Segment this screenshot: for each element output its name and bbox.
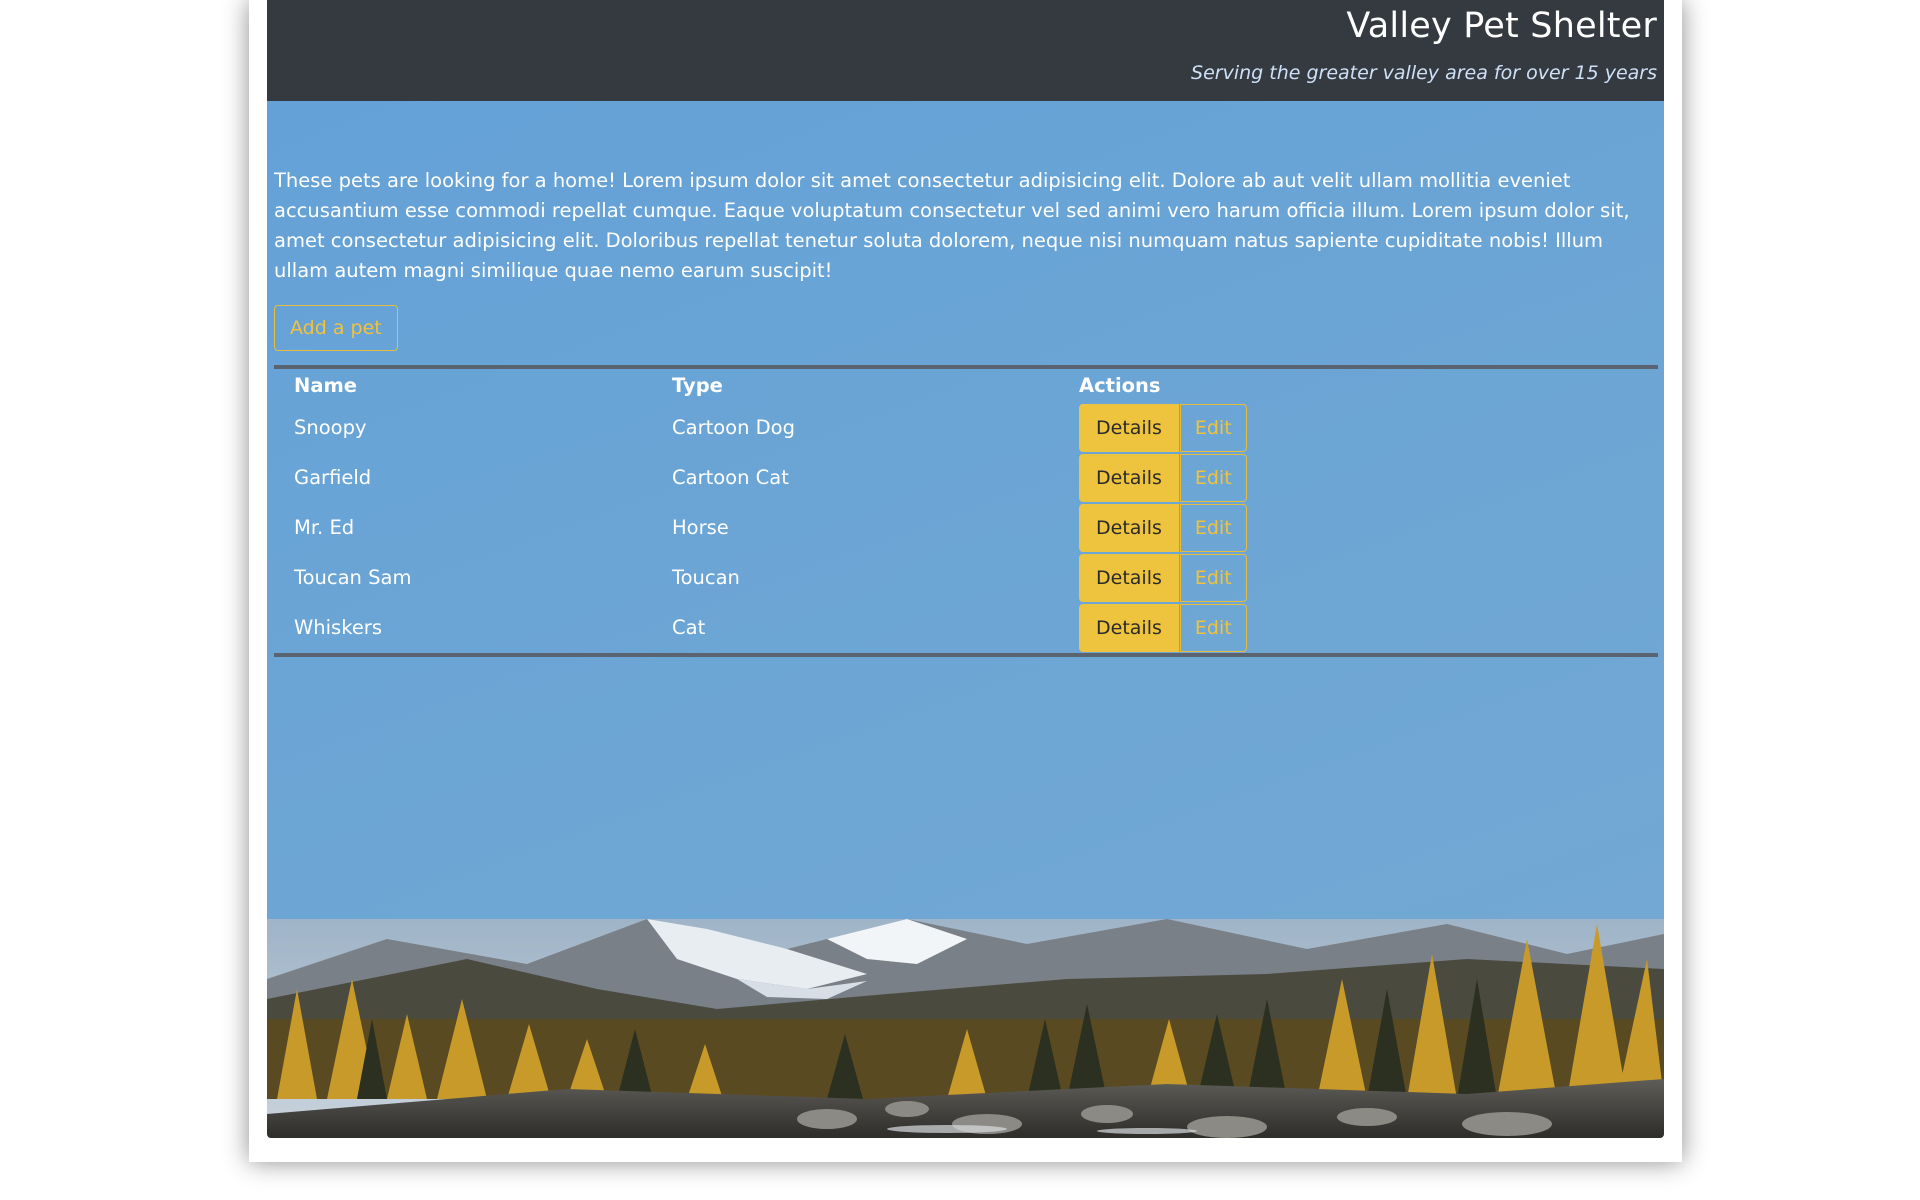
footer-landscape-image [267,919,1664,1138]
table-header: Name Type Actions [274,369,1658,403]
pet-type: Cartoon Cat [672,466,789,489]
table-row: Whiskers Cat Details Edit [274,603,1658,653]
row-actions: Details Edit [1079,504,1247,552]
site-title: Valley Pet Shelter [1346,6,1657,46]
column-header-type: Type [672,374,723,397]
table-row: Garfield Cartoon Cat Details Edit [274,453,1658,503]
edit-button[interactable]: Edit [1179,604,1247,652]
pet-type: Toucan [672,566,740,589]
edit-button[interactable]: Edit [1179,554,1247,602]
edit-button[interactable]: Edit [1179,454,1247,502]
details-button[interactable]: Details [1079,404,1179,452]
pet-name: Toucan Sam [294,566,412,589]
pets-table: Name Type Actions Snoopy Cartoon Dog Det… [274,365,1658,657]
row-actions: Details Edit [1079,404,1247,452]
add-pet-button[interactable]: Add a pet [274,305,398,351]
page-card: Valley Pet Shelter Serving the greater v… [249,0,1682,1162]
site-container: Valley Pet Shelter Serving the greater v… [267,0,1664,1138]
details-button[interactable]: Details [1079,604,1179,652]
details-button[interactable]: Details [1079,454,1179,502]
column-header-actions: Actions [1079,374,1161,397]
site-subtitle: Serving the greater valley area for over… [1191,62,1657,84]
details-button[interactable]: Details [1079,504,1179,552]
table-row: Snoopy Cartoon Dog Details Edit [274,403,1658,453]
pet-type: Horse [672,516,729,539]
details-button[interactable]: Details [1079,554,1179,602]
site-header: Valley Pet Shelter Serving the greater v… [267,0,1664,101]
table-row: Toucan Sam Toucan Details Edit [274,553,1658,603]
pet-name: Garfield [294,466,372,489]
edit-button[interactable]: Edit [1179,504,1247,552]
column-header-name: Name [294,374,358,397]
row-actions: Details Edit [1079,554,1247,602]
intro-text: These pets are looking for a home! Lorem… [274,169,1630,282]
pet-name: Whiskers [294,616,382,639]
pet-type: Cartoon Dog [672,416,795,439]
row-actions: Details Edit [1079,454,1247,502]
edit-button[interactable]: Edit [1179,404,1247,452]
pet-name: Mr. Ed [294,516,355,539]
main-content: These pets are looking for a home! Lorem… [267,101,1664,919]
mountain-forest-illustration [267,919,1664,1138]
table-row: Mr. Ed Horse Details Edit [274,503,1658,553]
row-actions: Details Edit [1079,604,1247,652]
pet-name: Snoopy [294,416,367,439]
pet-type: Cat [672,616,706,639]
